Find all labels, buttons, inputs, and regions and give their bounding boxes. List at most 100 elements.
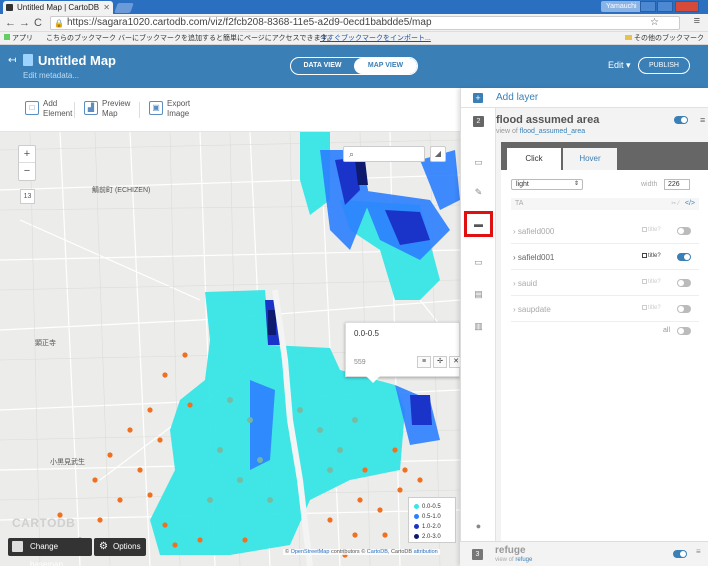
- window-close-button[interactable]: [675, 1, 699, 12]
- field-name-text: sauid: [517, 279, 538, 288]
- layer-visibility-toggle[interactable]: [674, 116, 688, 124]
- toggle-knob: [678, 328, 684, 334]
- import-bookmarks-link[interactable]: 今すぐブックマークをインポート...: [320, 32, 431, 45]
- data-view-button[interactable]: DATA VIEW: [291, 58, 354, 74]
- infowindow-value: 559: [354, 359, 366, 366]
- title-checkbox[interactable]: title?: [642, 279, 661, 285]
- map-title[interactable]: Untitled Map: [38, 53, 116, 68]
- title-checkbox[interactable]: title?: [642, 227, 661, 233]
- other-bookmarks[interactable]: その他のブックマーク: [625, 32, 704, 45]
- back-arrow-icon[interactable]: ←: [5, 16, 16, 30]
- change-basemap-label: Change basemap: [30, 542, 63, 566]
- infowindow-title: 0.0-0.5: [354, 329, 379, 338]
- toggle-knob: [681, 117, 687, 123]
- new-tab-button[interactable]: [114, 3, 134, 13]
- refuge-layer-subtitle: view of refuge: [495, 557, 532, 563]
- refuge-layer-header[interactable]: 3 refuge view of refuge ≡: [460, 541, 708, 566]
- legend-item: 0.0-0.5: [414, 502, 455, 512]
- add-element-line2: Element: [43, 109, 73, 118]
- minimize-button[interactable]: [640, 1, 656, 12]
- add-layer-bar[interactable]: + Add layer: [461, 88, 708, 108]
- maximize-button[interactable]: [657, 1, 673, 12]
- infowindow-move-icon[interactable]: ✢: [433, 356, 447, 368]
- field-name-text: saupdate: [517, 305, 551, 314]
- wizard-brush-icon[interactable]: ✎: [471, 186, 486, 198]
- edit-metadata-link[interactable]: Edit metadata...: [23, 71, 79, 80]
- attribution-link[interactable]: attribution: [414, 549, 438, 555]
- field-toggle[interactable]: [677, 253, 691, 261]
- map-options-button[interactable]: ⚙ Options: [94, 538, 146, 556]
- layer-title[interactable]: flood assumed area: [496, 114, 599, 126]
- field-toggle[interactable]: [677, 279, 691, 287]
- export-image-button[interactable]: ▣ Export Image: [149, 99, 199, 123]
- header-row-label: TA: [515, 200, 524, 207]
- osm-link[interactable]: OpenStreetMap: [291, 549, 330, 555]
- css-icon[interactable]: ▭: [471, 256, 486, 268]
- title-checkbox-label: title?: [648, 227, 661, 234]
- back-to-dashboard-icon[interactable]: ↤: [8, 55, 16, 66]
- share-icon[interactable]: ◢: [430, 146, 446, 162]
- all-fields-toggle[interactable]: [677, 327, 691, 335]
- code-view-button[interactable]: </>: [685, 198, 695, 210]
- map-search-box[interactable]: ⌕: [343, 146, 425, 162]
- theme-select[interactable]: light ⇕: [511, 179, 583, 190]
- cartodb-link[interactable]: CartoDB: [367, 549, 388, 555]
- field-name-text: safield001: [517, 253, 555, 262]
- zoom-out-button[interactable]: −: [19, 163, 35, 180]
- tab-hover[interactable]: Hover: [563, 148, 617, 170]
- width-input[interactable]: 226: [664, 179, 690, 190]
- layer-header: flood assumed area view of flood_assumed…: [496, 108, 708, 138]
- title-checkbox[interactable]: title?: [642, 305, 661, 311]
- field-toggle[interactable]: [677, 227, 691, 235]
- layer-options-icon[interactable]: ≡: [700, 115, 705, 125]
- text-tool-icon[interactable]: ✂ ⁄: [671, 198, 679, 210]
- refuge-table-link[interactable]: refuge: [515, 557, 532, 563]
- publish-button[interactable]: PUBLISH: [638, 57, 690, 74]
- apps-shortcut[interactable]: アプリ: [4, 32, 33, 45]
- zoom-in-button[interactable]: +: [19, 146, 35, 163]
- star-icon[interactable]: ☆: [650, 17, 659, 29]
- title-checkbox[interactable]: title?: [642, 253, 661, 259]
- reload-icon[interactable]: C: [34, 16, 42, 30]
- forward-arrow-icon[interactable]: →: [19, 16, 30, 30]
- toggle-knob: [678, 228, 684, 234]
- preview-map-button[interactable]: ▟ Preview Map: [84, 99, 134, 123]
- toggle-knob: [684, 254, 690, 260]
- zoom-control: + −: [18, 145, 36, 181]
- browser-tab[interactable]: Untitled Map | CartoDB ✕: [3, 1, 113, 14]
- tab-close-icon[interactable]: ✕: [103, 1, 110, 14]
- browser-menu-icon[interactable]: ≡: [694, 15, 700, 27]
- toggle-knob: [678, 306, 684, 312]
- edit-dropdown[interactable]: Edit ▾: [608, 60, 631, 71]
- add-element-icon: □: [25, 101, 39, 115]
- title-checkbox-label: title?: [648, 279, 661, 286]
- apps-label: アプリ: [12, 35, 33, 42]
- refuge-visibility-toggle[interactable]: [673, 550, 687, 558]
- select-arrows-icon: ⇕: [573, 181, 579, 187]
- sql-icon[interactable]: ▭: [471, 156, 486, 168]
- field-toggle[interactable]: [677, 305, 691, 313]
- lightbulb-icon[interactable]: ●: [471, 520, 486, 532]
- refuge-options-icon[interactable]: ≡: [696, 547, 701, 556]
- field-row: › safield000 title?: [511, 218, 699, 244]
- infowindow-tabs: Click Hover: [501, 142, 708, 170]
- export-label: Export Image: [167, 99, 190, 119]
- filters-chart-icon[interactable]: ▥: [471, 320, 486, 332]
- tab-click[interactable]: Click: [507, 148, 561, 170]
- legend-icon[interactable]: ▤: [471, 288, 486, 300]
- add-element-line1: Add: [43, 99, 58, 108]
- address-bar[interactable]: 🔒 https://sagara1020.cartodb.com/viz/f2f…: [50, 16, 680, 30]
- infowindow-menu-icon[interactable]: ≡: [417, 356, 431, 368]
- change-basemap-button[interactable]: Change basemap: [8, 538, 92, 566]
- browser-user-chip[interactable]: Yamauchi: [601, 1, 642, 12]
- bookmarks-bar: アプリ こちらのブックマーク バーにブックマークを追加すると簡単にページにアクセ…: [0, 32, 708, 45]
- layer-table-link[interactable]: flood_assumed_area: [520, 128, 585, 135]
- editor-header: ↤ Untitled Map Edit metadata... DATA VIE…: [0, 45, 708, 88]
- checkbox-icon: [642, 279, 647, 284]
- header-row: TA ✂ ⁄ </>: [511, 198, 699, 210]
- other-bookmarks-label: その他のブックマーク: [634, 35, 704, 42]
- field-row: › safield001 title?: [511, 244, 699, 270]
- map-view-button[interactable]: MAP VIEW: [354, 58, 417, 74]
- refuge-layer-title[interactable]: refuge: [495, 545, 526, 556]
- add-element-button[interactable]: □ Add Element: [25, 99, 75, 123]
